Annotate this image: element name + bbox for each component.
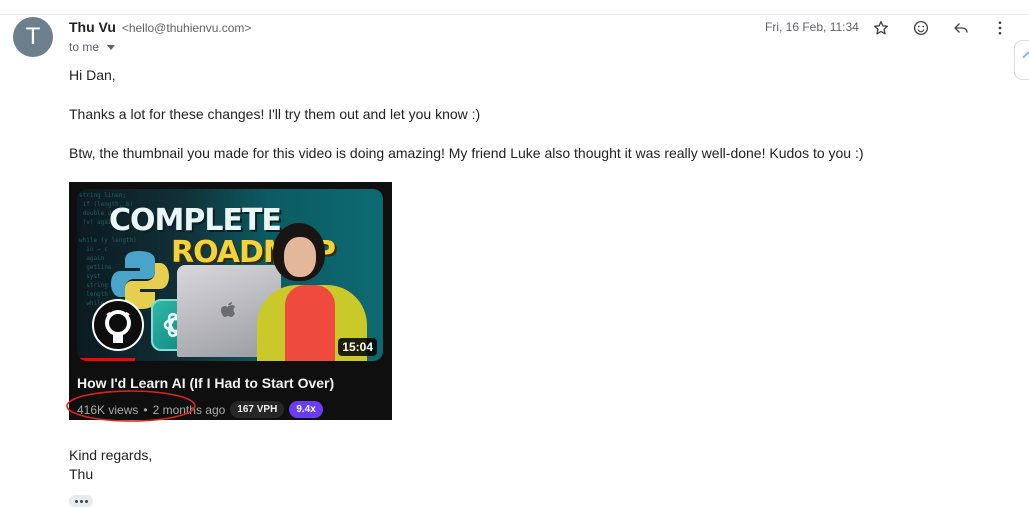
dot-icon xyxy=(84,499,88,503)
emoji-icon xyxy=(913,20,929,36)
top-divider xyxy=(0,14,1029,15)
video-thumbnail[interactable]: string linen; if (length, b) double drop… xyxy=(77,189,383,361)
meta-separator: • xyxy=(143,402,148,417)
reply-button[interactable] xyxy=(950,17,972,39)
closing: Kind regards, xyxy=(69,447,153,463)
recipient-label: to me xyxy=(69,40,100,54)
chevron-down-icon xyxy=(107,45,116,50)
avatar[interactable]: T xyxy=(13,17,53,57)
video-age: 2 months ago xyxy=(152,402,226,417)
body-line-1: Thanks a lot for these changes! I'll try… xyxy=(69,106,481,122)
body-line-2: Btw, the thumbnail you made for this vid… xyxy=(69,145,864,161)
video-title[interactable]: How I'd Learn AI (If I Had to Start Over… xyxy=(77,375,334,391)
side-panel-tab[interactable] xyxy=(1014,40,1029,80)
sender-name[interactable]: Thu Vu xyxy=(69,19,116,35)
star-button[interactable] xyxy=(870,17,892,39)
chevron-icon xyxy=(1022,51,1029,63)
video-views: 416K views xyxy=(77,402,139,417)
show-trimmed-content-button[interactable] xyxy=(69,495,93,507)
sender-line: Thu Vu <hello@thuhienvu.com> xyxy=(69,19,251,35)
vph-badge: 167 VPH xyxy=(230,401,285,418)
apple-logo-icon xyxy=(221,302,235,317)
star-icon xyxy=(873,20,889,35)
greeting: Hi Dan, xyxy=(69,67,116,83)
video-meta: 416K views • 2 months ago 167 VPH 9.4x xyxy=(77,401,323,418)
signature: Thu xyxy=(69,466,94,482)
video-card[interactable]: string linen; if (length, b) double drop… xyxy=(66,182,392,422)
video-duration: 15:04 xyxy=(338,338,377,356)
emoji-reaction-button[interactable] xyxy=(910,17,932,39)
message-date: Fri, 16 Feb, 11:34 xyxy=(765,20,859,34)
watch-progress-bar xyxy=(77,358,136,361)
reply-icon xyxy=(954,23,968,33)
more-vert-icon xyxy=(998,21,1002,35)
dot-icon xyxy=(79,499,83,503)
sender-email: <hello@thuhienvu.com> xyxy=(121,21,252,35)
person-shirt xyxy=(285,285,335,361)
multiplier-badge: 9.4x xyxy=(289,401,323,418)
thumbnail-heading-1: COMPLETE xyxy=(109,203,282,238)
recipient-dropdown[interactable]: to me xyxy=(69,40,116,54)
more-options-button[interactable] xyxy=(989,17,1011,39)
dot-icon xyxy=(74,499,78,503)
github-logo-icon xyxy=(92,299,144,351)
person-face xyxy=(284,237,316,277)
